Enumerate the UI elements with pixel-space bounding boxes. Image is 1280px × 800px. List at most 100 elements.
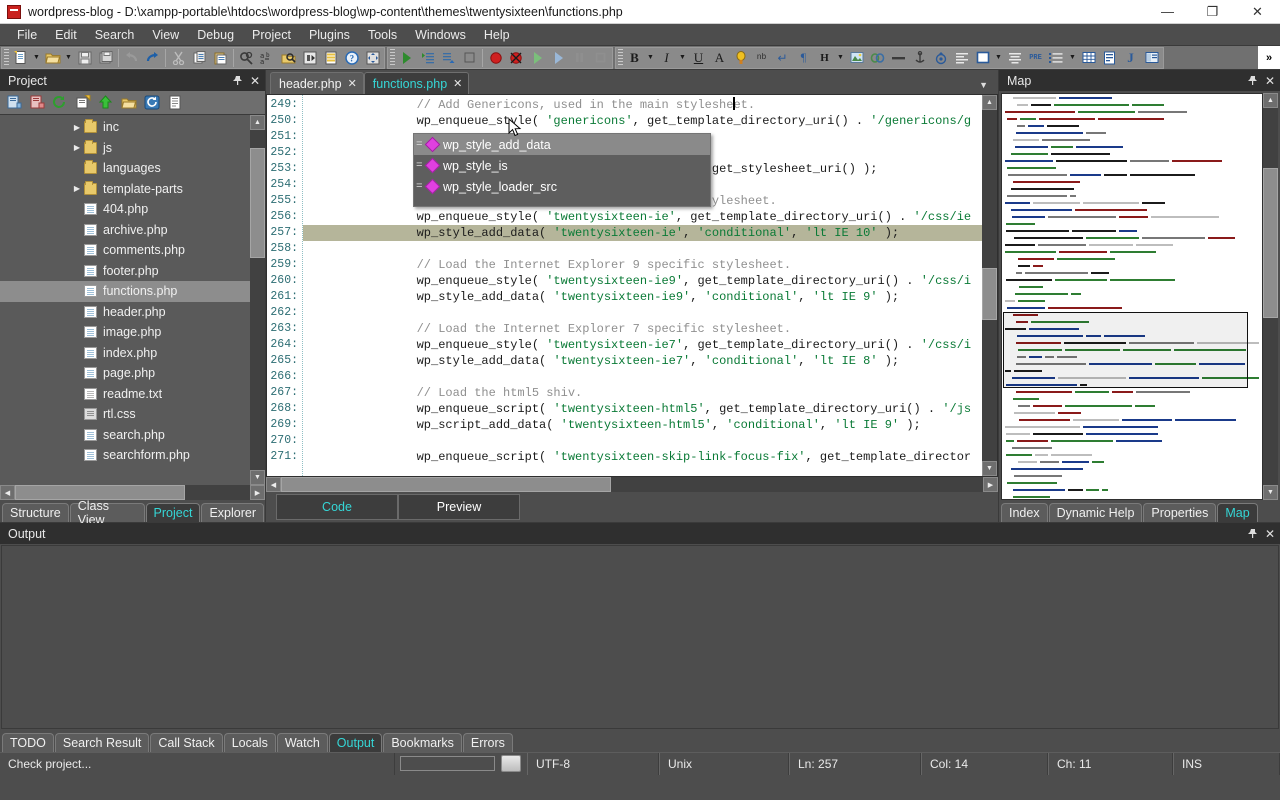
image-icon[interactable] (846, 48, 867, 68)
tree-item-header-php[interactable]: header.php (0, 302, 250, 323)
toolbar-grip[interactable] (4, 48, 9, 67)
close-button[interactable]: ✕ (1235, 0, 1280, 24)
bookmark-icon[interactable] (320, 48, 341, 68)
maximize-button[interactable]: ❐ (1190, 0, 1235, 24)
project-tab-structure[interactable]: Structure (2, 503, 69, 522)
code-line[interactable]: // Load the Internet Explorer 9 specific… (303, 257, 997, 273)
align-left-icon[interactable] (951, 48, 972, 68)
editor-tab-functions-php[interactable]: functions.php ✕ (363, 72, 470, 94)
font-icon[interactable]: A (709, 48, 730, 68)
tree-item-image-php[interactable]: image.php (0, 322, 250, 343)
scroll-thumb[interactable] (250, 148, 265, 258)
code-minimap[interactable] (1001, 93, 1263, 500)
form-icon[interactable] (1099, 48, 1120, 68)
code-line[interactable]: wp_script_add_data( 'twentysixteen-html5… (303, 417, 997, 433)
code-line[interactable] (303, 241, 997, 257)
tree-item-index-php[interactable]: index.php (0, 343, 250, 364)
tab-code[interactable]: Code (276, 494, 398, 520)
editor-scroll-thumb[interactable] (982, 268, 997, 320)
map-scroll-thumb[interactable] (1263, 168, 1278, 318)
link-icon[interactable] (867, 48, 888, 68)
bold-icon[interactable]: B (624, 48, 645, 68)
hr-icon[interactable] (888, 48, 909, 68)
scroll-left-icon[interactable]: ◀ (0, 485, 15, 500)
output-tab-bookmarks[interactable]: Bookmarks (383, 733, 462, 752)
code-line[interactable]: wp_enqueue_style( 'twentysixteen-ie7', g… (303, 337, 997, 353)
editor-hscroll-track[interactable] (281, 477, 983, 492)
step-over-icon[interactable] (438, 48, 459, 68)
output-tab-output[interactable]: Output (328, 733, 383, 752)
new-project-icon[interactable] (2, 92, 25, 113)
minimize-button[interactable]: — (1145, 0, 1190, 24)
editor-scroll-track[interactable] (982, 110, 997, 461)
breakpoint-icon[interactable] (485, 48, 506, 68)
linebreak-icon[interactable]: ↵ (772, 48, 793, 68)
refresh-icon[interactable] (48, 92, 71, 113)
expand-arrow-icon[interactable]: ▶ (70, 143, 84, 152)
table-icon[interactable] (1078, 48, 1099, 68)
paste-icon[interactable] (210, 48, 231, 68)
save-icon[interactable] (74, 48, 95, 68)
menu-windows[interactable]: Windows (406, 26, 475, 44)
sync-icon[interactable] (140, 92, 163, 113)
code-line[interactable]: wp_enqueue_style( 'twentysixteen-ie9', g… (303, 273, 997, 289)
tree-item-languages[interactable]: languages (0, 158, 250, 179)
goto-icon[interactable] (299, 48, 320, 68)
find-in-files-icon[interactable] (278, 48, 299, 68)
code-line[interactable] (303, 305, 997, 321)
expand-arrow-icon[interactable]: ▶ (70, 123, 84, 132)
justify-icon[interactable] (1004, 48, 1025, 68)
editor-tab-close-icon[interactable]: ✕ (348, 77, 357, 90)
replace-icon[interactable]: aba (257, 48, 278, 68)
output-tab-search-result[interactable]: Search Result (54, 733, 150, 752)
fullscreen-icon[interactable] (362, 48, 383, 68)
find-icon[interactable] (236, 48, 257, 68)
map-scroll-track[interactable] (1263, 108, 1278, 485)
code-line[interactable]: wp_style_add_data( 'twentysixteen-ie', '… (303, 225, 997, 241)
menu-view[interactable]: View (143, 26, 188, 44)
status-line-ending[interactable]: Unix (659, 752, 789, 775)
continue-icon[interactable] (527, 48, 548, 68)
close-icon[interactable]: ✕ (247, 73, 263, 89)
tree-item-404-php[interactable]: 404.php (0, 199, 250, 220)
menu-project[interactable]: Project (243, 26, 300, 44)
output-tab-locals[interactable]: Locals (223, 733, 276, 752)
code-line[interactable]: // Load the html5 shiv. (303, 385, 997, 401)
output-tab-watch[interactable]: Watch (276, 733, 328, 752)
project-properties-icon[interactable] (71, 92, 94, 113)
open-folder-dropdown-icon[interactable]: ▼ (63, 48, 74, 68)
scroll-down-icon[interactable]: ▼ (250, 470, 265, 485)
new-file-icon[interactable] (10, 48, 31, 68)
scroll-track[interactable] (250, 130, 265, 470)
close-project-icon[interactable] (25, 92, 48, 113)
upload-icon[interactable] (94, 92, 117, 113)
toolbar-grip-html[interactable] (618, 48, 623, 67)
autocomplete-popup[interactable]: = wp_style_add_data = wp_style_is = wp_s… (413, 133, 711, 207)
new-file-dropdown-icon[interactable]: ▼ (31, 48, 42, 68)
scroll-right-icon[interactable]: ▶ (250, 485, 265, 500)
editor-scroll-down-icon[interactable]: ▼ (982, 461, 997, 476)
toolbar-overflow-button[interactable]: » (1258, 46, 1280, 69)
code-line[interactable]: wp_style_add_data( 'twentysixteen-ie9', … (303, 289, 997, 305)
code-line[interactable]: wp_enqueue_style( 'twentysixteen-ie', ge… (303, 209, 997, 225)
trace-icon[interactable] (548, 48, 569, 68)
pin-icon[interactable] (229, 73, 245, 89)
options-icon[interactable] (163, 92, 186, 113)
close-icon[interactable]: ✕ (1262, 73, 1278, 89)
map-vscrollbar[interactable]: ▲ ▼ (1263, 93, 1278, 500)
code-editor[interactable]: 249: 250: 251: 252: 253: 254: 255: 256: 257: 258:… (266, 94, 998, 477)
map-tab-index[interactable]: Index (1001, 503, 1048, 522)
tree-item-js[interactable]: ▶ js (0, 138, 250, 159)
map-tab-dynamic-help[interactable]: Dynamic Help (1048, 503, 1143, 522)
hscroll-track[interactable] (15, 485, 250, 500)
tree-item-footer-php[interactable]: footer.php (0, 261, 250, 282)
minimap-viewport-box[interactable] (1003, 312, 1248, 388)
code-line[interactable]: wp_enqueue_script( 'twentysixteen-html5'… (303, 401, 997, 417)
open-project-icon[interactable] (117, 92, 140, 113)
project-tab-class-view[interactable]: Class View (69, 499, 145, 527)
menu-debug[interactable]: Debug (188, 26, 243, 44)
menu-search[interactable]: Search (86, 26, 144, 44)
code-line[interactable]: wp_enqueue_script( 'twentysixteen-skip-l… (303, 449, 997, 465)
output-text-area[interactable] (1, 545, 1279, 729)
save-all-icon[interactable] (95, 48, 116, 68)
